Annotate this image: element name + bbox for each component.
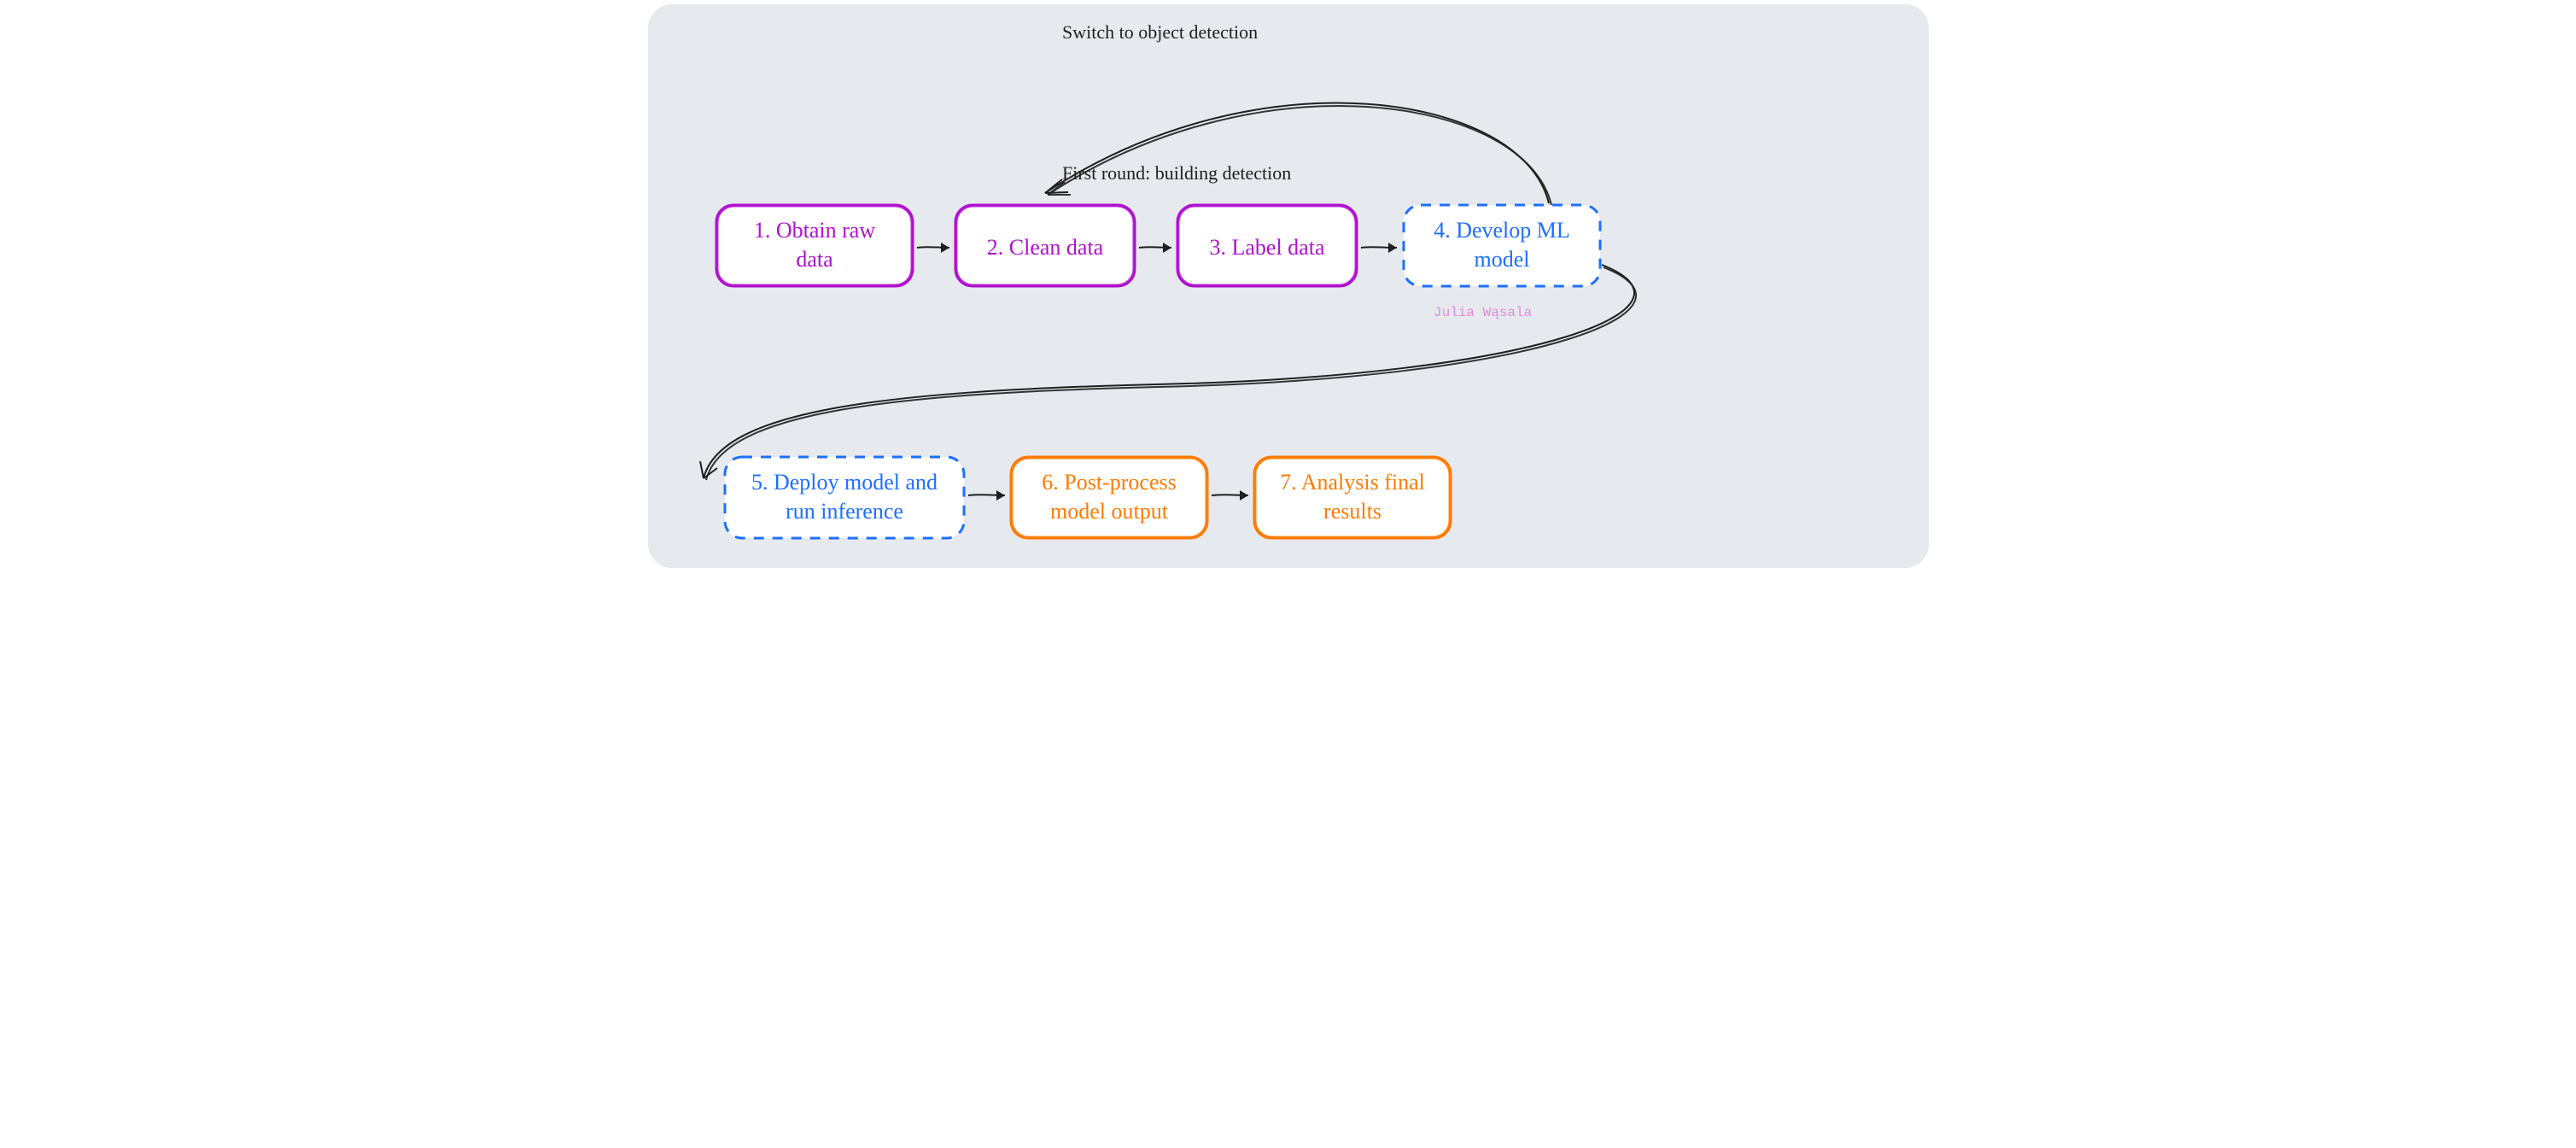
node-4-line-2: model [1474, 247, 1529, 272]
node-post-process: 6. Post-process model output [1011, 457, 1207, 538]
node-label-data: 3. Label data [1177, 205, 1357, 286]
node-1-line-2: data [796, 247, 833, 272]
watermark-text: Julia Wąsala [1434, 305, 1533, 320]
node-5-line-1: 5. Deploy model and [751, 470, 937, 495]
node-7-line-2: results [1323, 499, 1381, 524]
node-1-line-1: 1. Obtain raw [753, 218, 874, 243]
node-7-line-1: 7. Analysis final [1280, 470, 1425, 495]
diagram-canvas: Switch to object detection First round: … [644, 0, 1933, 574]
node-deploy-model: 5. Deploy model and run inference [725, 457, 964, 538]
node-develop-ml-model: 4. Develop ML model [1404, 205, 1600, 286]
node-6-line-2: model output [1050, 499, 1169, 524]
node-obtain-raw-data: 1. Obtain raw data [716, 205, 913, 286]
node-2-line-1: 2. Clean data [986, 235, 1103, 260]
node-4-line-1: 4. Develop ML [1434, 218, 1570, 243]
node-6-line-1: 6. Post-process [1042, 470, 1176, 495]
node-3-line-1: 3. Label data [1209, 235, 1324, 260]
annotation-feedback: Switch to object detection [1062, 21, 1258, 43]
node-5-line-2: run inference [786, 499, 903, 524]
node-analysis-final-results: 7. Analysis final results [1254, 457, 1451, 538]
node-clean-data: 2. Clean data [955, 205, 1135, 286]
